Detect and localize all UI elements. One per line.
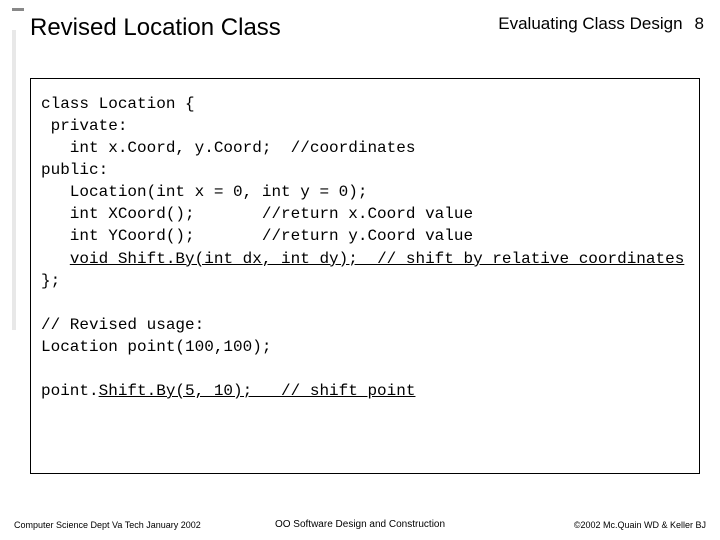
code-line: int XCoord(); //return x.Coord value <box>41 205 473 223</box>
header-right: Evaluating Class Design 8 <box>498 14 704 34</box>
code-box: class Location { private: int x.Coord, y… <box>30 78 700 474</box>
code-line: // Revised usage: <box>41 316 204 334</box>
slide-title: Revised Location Class <box>30 14 281 42</box>
code-line: int x.Coord, y.Coord; //coordinates <box>41 139 415 157</box>
section-label: Evaluating Class Design <box>498 14 682 34</box>
slide: Revised Location Class Evaluating Class … <box>0 0 720 540</box>
code-line: class Location { <box>41 95 195 113</box>
code-line: Location point(100,100); <box>41 338 271 356</box>
page-number: 8 <box>695 14 704 34</box>
code-line: public: <box>41 161 108 179</box>
code-line-prefix <box>41 250 70 268</box>
decor-top-mark <box>12 8 24 11</box>
code-line-underlined: Shift.By(5, 10); // shift point <box>99 382 416 400</box>
decor-left-mark <box>12 30 16 330</box>
footer-left: Computer Science Dept Va Tech January 20… <box>14 520 201 530</box>
code-line: }; <box>41 272 60 290</box>
code-line-underlined: void Shift.By(int dx, int dy); // shift … <box>70 250 685 268</box>
code-line: private: <box>41 117 127 135</box>
code-line-prefix: point. <box>41 382 99 400</box>
code-line: Location(int x = 0, int y = 0); <box>41 183 367 201</box>
code-line: int YCoord(); //return y.Coord value <box>41 227 473 245</box>
header: Revised Location Class Evaluating Class … <box>30 14 704 42</box>
footer: Computer Science Dept Va Tech January 20… <box>14 520 706 530</box>
footer-right: ©2002 Mc.Quain WD & Keller BJ <box>574 520 706 530</box>
